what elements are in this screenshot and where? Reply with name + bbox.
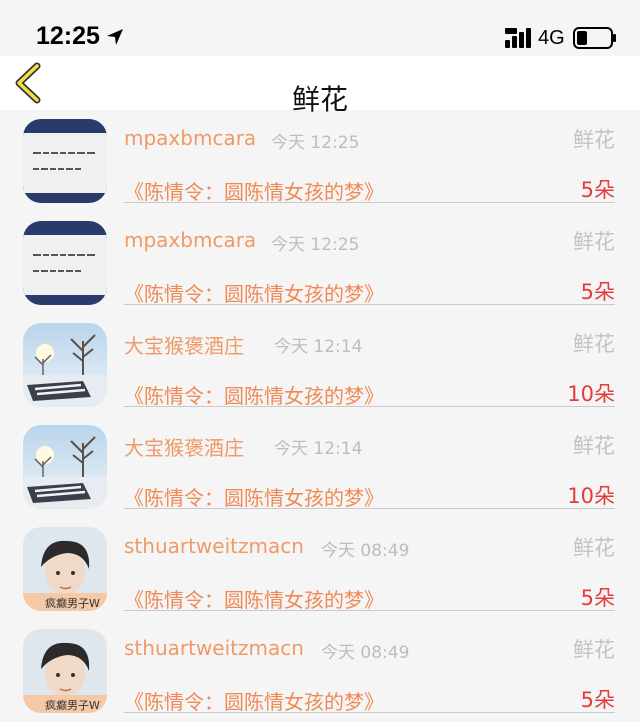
divider [124, 202, 615, 203]
user-avatar[interactable] [23, 119, 107, 203]
book-title[interactable]: 《陈情令：圆陈情女孩的梦》 [124, 686, 384, 715]
note-photo-avatar-icon [23, 119, 107, 203]
gift-count: 10朵 [567, 382, 615, 406]
user-avatar[interactable] [23, 323, 107, 407]
timestamp: 今天 12:14 [274, 439, 363, 459]
list-item[interactable]: mpaxbmcara 今天 12:25 鲜花 《陈情令：圆陈情女孩的梦》 5朵 [0, 212, 640, 314]
book-title[interactable]: 《陈情令：圆陈情女孩的梦》 [124, 482, 384, 511]
gift-count: 5朵 [580, 688, 615, 712]
list-item[interactable]: 疯癫男子W sthuartweitzmacn 今天 08:49 鲜花 《陈情令：… [0, 620, 640, 722]
username[interactable]: mpaxbmcara [124, 228, 256, 252]
winter-trees-avatar-icon [23, 425, 107, 509]
avatar-caption: 疯癫男子W [45, 698, 100, 712]
divider [124, 304, 615, 305]
portrait-avatar-icon: 疯癫男子W [23, 527, 107, 611]
gift-count: 5朵 [580, 178, 615, 202]
note-photo-avatar-icon [23, 221, 107, 305]
timestamp: 今天 12:14 [274, 337, 363, 357]
portrait-avatar-icon: 疯癫男子W [23, 629, 107, 713]
book-title[interactable]: 《陈情令：圆陈情女孩的梦》 [124, 380, 384, 409]
username[interactable]: sthuartweitzmacn [124, 636, 304, 660]
username[interactable]: 大宝猴褒酒庄 [124, 432, 244, 461]
nav-bar: 鲜花 [0, 56, 640, 116]
list-item[interactable]: 疯癫男子W sthuartweitzmacn 今天 08:49 鲜花 《陈情令：… [0, 518, 640, 620]
divider [124, 406, 615, 407]
timestamp: 今天 12:25 [271, 133, 360, 153]
username[interactable]: 大宝猴褒酒庄 [124, 330, 244, 359]
divider [124, 712, 615, 713]
user-avatar[interactable]: 疯癫男子W [23, 629, 107, 713]
battery-icon [573, 27, 616, 49]
gift-count: 5朵 [580, 280, 615, 304]
timestamp: 今天 08:49 [321, 643, 410, 663]
gift-feed: mpaxbmcara 今天 12:25 鲜花 《陈情令：圆陈情女孩的梦》 5朵 … [0, 110, 640, 722]
username[interactable]: mpaxbmcara [124, 126, 256, 150]
user-avatar[interactable]: 疯癫男子W [23, 527, 107, 611]
avatar-caption: 疯癫男子W [45, 596, 100, 610]
gift-type: 鲜花 [573, 332, 615, 356]
list-item[interactable]: 大宝猴褒酒庄 今天 12:14 鲜花 《陈情令：圆陈情女孩的梦》 10朵 [0, 314, 640, 416]
network-type: 4G [538, 27, 565, 49]
status-bar: 12:25 4G [0, 0, 640, 56]
divider [124, 508, 615, 509]
timestamp: 今天 08:49 [321, 541, 410, 561]
list-item[interactable]: mpaxbmcara 今天 12:25 鲜花 《陈情令：圆陈情女孩的梦》 5朵 [0, 110, 640, 212]
divider [124, 610, 615, 611]
timestamp: 今天 12:25 [271, 235, 360, 255]
username[interactable]: sthuartweitzmacn [124, 534, 304, 558]
book-title[interactable]: 《陈情令：圆陈情女孩的梦》 [124, 278, 384, 307]
winter-trees-avatar-icon [23, 323, 107, 407]
gift-type: 鲜花 [573, 128, 615, 152]
gift-type: 鲜花 [573, 434, 615, 458]
gift-count: 10朵 [567, 484, 615, 508]
gift-count: 5朵 [580, 586, 615, 610]
status-time: 12:25 [36, 22, 100, 50]
user-avatar[interactable] [23, 221, 107, 305]
gift-type: 鲜花 [573, 230, 615, 254]
book-title[interactable]: 《陈情令：圆陈情女孩的梦》 [124, 584, 384, 613]
location-arrow-icon [107, 29, 123, 45]
gift-type: 鲜花 [573, 536, 615, 560]
cellular-signal-icon [505, 28, 531, 48]
user-avatar[interactable] [23, 425, 107, 509]
gift-type: 鲜花 [573, 638, 615, 662]
book-title[interactable]: 《陈情令：圆陈情女孩的梦》 [124, 176, 384, 205]
list-item[interactable]: 大宝猴褒酒庄 今天 12:14 鲜花 《陈情令：圆陈情女孩的梦》 10朵 [0, 416, 640, 518]
